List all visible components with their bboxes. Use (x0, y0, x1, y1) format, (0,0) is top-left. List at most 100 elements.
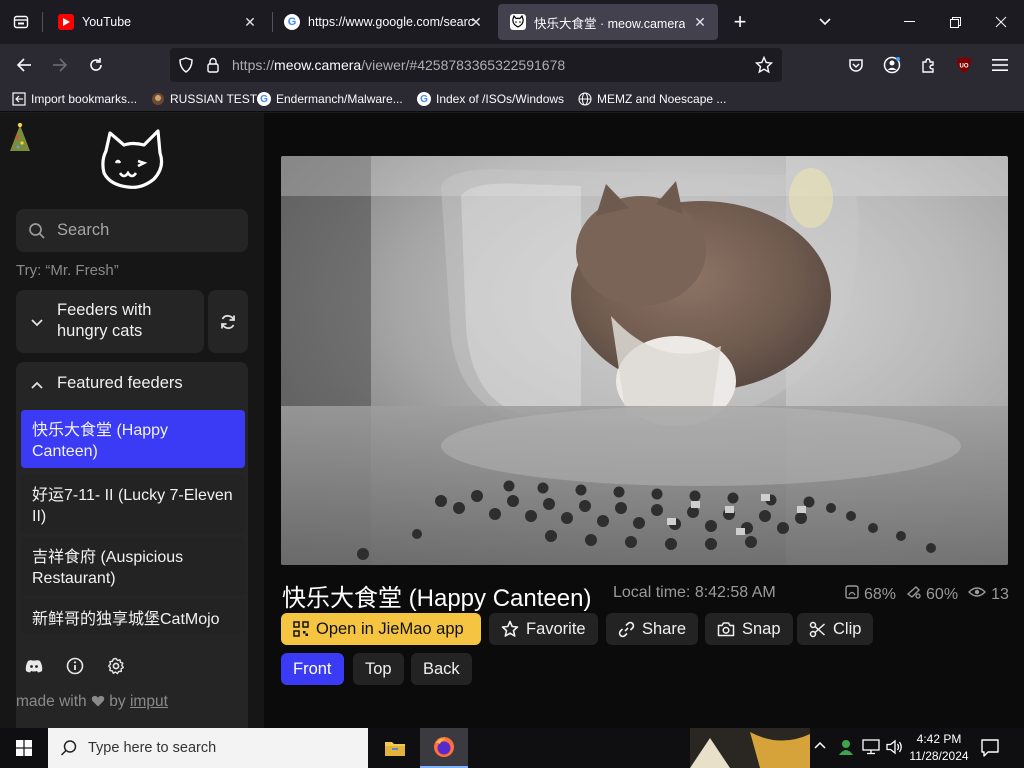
tracking-shield-icon[interactable] (178, 57, 194, 78)
menu-hamburger-icon[interactable] (985, 50, 1015, 80)
bookmark-endermanch[interactable]: G Endermanch/Malware... (257, 90, 403, 108)
firefox-icon (434, 737, 454, 757)
file-explorer-taskbar-button[interactable] (372, 728, 418, 768)
feeder-item-happy-canteen[interactable]: 快乐大食堂 (Happy Canteen) (21, 410, 245, 468)
chevron-up-icon[interactable] (30, 377, 44, 395)
youtube-icon (58, 14, 74, 30)
refresh-icon (221, 314, 235, 329)
clip-button[interactable]: Clip (797, 613, 874, 645)
bookmark-isos[interactable]: G Index of /ISOs/Windows (417, 90, 564, 108)
party-hat-icon (8, 122, 32, 160)
camera-back-button[interactable]: Back (411, 653, 472, 685)
meow-cat-icon (510, 14, 526, 30)
firefox-view-icon[interactable] (6, 7, 36, 37)
folder-icon (385, 742, 405, 756)
feeder-item-auspicious-restaurant[interactable]: 吉祥食府 (Auspicious Restaurant) (21, 537, 245, 595)
windows-taskbar: Type here to search 4:42 PM 11/28/2024 (0, 728, 1024, 768)
heart-icon (91, 695, 105, 707)
restore-icon[interactable] (932, 0, 978, 44)
pocket-icon[interactable] (841, 50, 871, 80)
featured-feeders-label[interactable]: Featured feeders (57, 374, 183, 393)
network-icon[interactable] (862, 739, 880, 760)
hungry-cats-filter-dropdown[interactable]: Feeders with hungry cats (16, 290, 204, 353)
tab-title: 快乐大食堂 · meow.camera (534, 16, 686, 31)
start-button[interactable] (0, 728, 48, 768)
close-window-icon[interactable] (978, 0, 1024, 44)
tab-title: YouTube (82, 15, 132, 29)
bookmark-import[interactable]: Import bookmarks... (12, 90, 137, 108)
eye-icon (968, 585, 987, 604)
clock-date: 11/28/2024 (909, 749, 969, 763)
tab-meow-camera[interactable]: 快乐大食堂 · meow.camera ✕ (498, 4, 718, 40)
reload-icon[interactable] (81, 50, 111, 80)
sidebar: Search Try: “Mr. Fresh” Feeders with hun… (0, 113, 264, 754)
snap-button[interactable]: Snap (705, 613, 793, 645)
url-bar[interactable]: https://meow.camera/viewer/#425878336532… (170, 48, 782, 82)
taskbar-clock[interactable]: 4:42 PM 11/28/2024 (904, 731, 974, 765)
refresh-button[interactable] (208, 290, 248, 353)
volume-icon[interactable] (886, 739, 904, 760)
lock-icon[interactable] (206, 57, 220, 78)
favorite-button[interactable]: Favorite (489, 613, 598, 645)
tab-youtube[interactable]: YouTube ✕ (46, 4, 268, 40)
local-time: Local time: 8:42:58 AM (613, 584, 776, 601)
search-placeholder: Search (57, 221, 110, 239)
new-tab-icon[interactable]: + (725, 7, 755, 37)
bookmarks-toolbar: Import bookmarks... RUSSIAN TEST G Ender… (0, 86, 1024, 112)
camera-top-button[interactable]: Top (353, 653, 404, 685)
back-arrow-icon[interactable] (9, 50, 39, 80)
feeder-item-lucky-7-eleven[interactable]: 好运7-11- II (Lucky 7-Eleven II) (21, 475, 245, 533)
settings-button[interactable] (98, 649, 134, 683)
desktop-wallpaper-peek (690, 728, 810, 768)
forward-arrow-icon[interactable] (45, 50, 75, 80)
tab-bar: YouTube ✕ G https://www.google.com/searc… (0, 0, 1024, 44)
show-hidden-icons-chevron-icon[interactable] (813, 739, 827, 758)
feeder-title: 快乐大食堂 (Happy Canteen) (282, 585, 592, 612)
discord-button[interactable] (16, 649, 52, 683)
import-icon (12, 92, 26, 106)
close-tab-icon[interactable]: ✕ (692, 14, 708, 30)
search-icon (60, 740, 77, 756)
url-text[interactable]: https://meow.camera/viewer/#425878336532… (232, 57, 565, 73)
close-tab-icon[interactable]: ✕ (468, 14, 484, 30)
imput-link[interactable]: imput (130, 693, 168, 710)
ublock-origin-icon[interactable]: UO (949, 50, 979, 80)
minimize-icon[interactable] (886, 0, 932, 44)
list-tabs-chevron-icon[interactable] (810, 7, 840, 37)
star-icon (501, 620, 519, 637)
scissors-icon (809, 621, 826, 637)
camera-feed[interactable] (281, 156, 1008, 565)
bookmark-star-icon[interactable] (754, 55, 774, 79)
notifications-icon[interactable] (980, 738, 1000, 763)
gear-icon (108, 657, 124, 675)
camera-feed-image (281, 156, 1008, 565)
info-icon (66, 657, 84, 675)
viewer-main: 快乐大食堂 (Happy Canteen) Local time: 8:42:5… (264, 113, 1024, 728)
clock-time: 4:42 PM (916, 732, 962, 746)
food-level: 68% (864, 585, 897, 603)
taskbar-search-input[interactable]: Type here to search (48, 728, 368, 768)
share-button[interactable]: Share (606, 613, 699, 645)
user-tray-icon[interactable] (837, 738, 855, 761)
tab-title: https://www.google.com/searc (308, 15, 474, 29)
firefox-taskbar-button[interactable] (420, 728, 468, 768)
feeder-item-catmojo[interactable]: 新鲜哥的独享城堡CatMojo (21, 599, 245, 633)
link-icon (618, 621, 635, 637)
search-hint: Try: “Mr. Fresh” (16, 262, 119, 279)
account-icon[interactable] (877, 50, 907, 80)
close-tab-icon[interactable]: ✕ (242, 14, 258, 30)
discord-icon (25, 660, 43, 673)
qr-code-icon (293, 621, 309, 637)
extensions-puzzle-icon[interactable] (913, 50, 943, 80)
open-in-app-button[interactable]: Open in JieMao app (281, 613, 481, 645)
search-input[interactable]: Search (16, 209, 248, 252)
google-icon: G (257, 92, 271, 106)
bookmark-memz[interactable]: MEMZ and Noescape ... (578, 90, 726, 108)
tab-google-search[interactable]: G https://www.google.com/searc ✕ (272, 4, 494, 40)
camera-front-button[interactable]: Front (281, 653, 344, 685)
meow-camera-logo[interactable] (98, 129, 168, 200)
bookmark-russian-test[interactable]: RUSSIAN TEST (151, 90, 257, 108)
info-button[interactable] (57, 649, 93, 683)
food-bowl-icon (844, 584, 860, 605)
globe-icon (151, 92, 165, 106)
